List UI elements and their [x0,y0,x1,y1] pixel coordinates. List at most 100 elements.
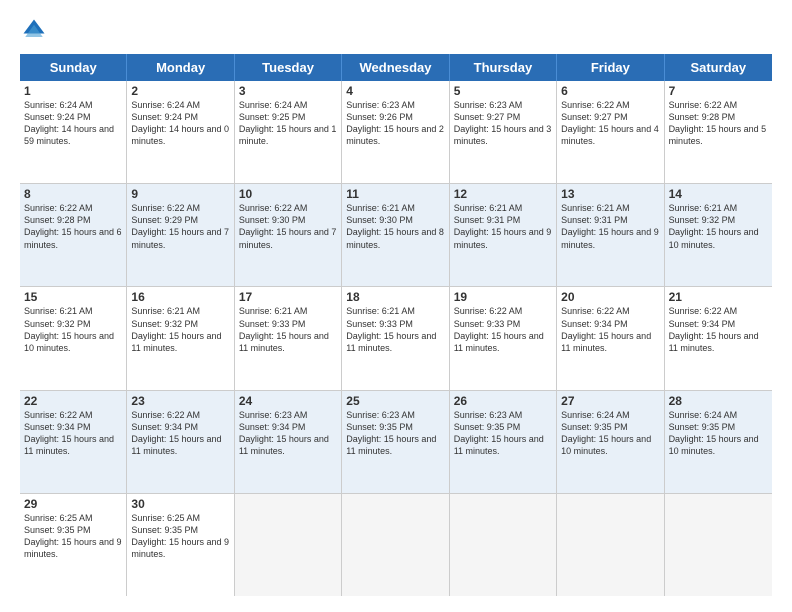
cell-info: Sunrise: 6:23 AM Sunset: 9:26 PM Dayligh… [346,99,444,148]
cell-info: Sunrise: 6:21 AM Sunset: 9:33 PM Dayligh… [239,305,337,354]
cal-cell: 1Sunrise: 6:24 AM Sunset: 9:24 PM Daylig… [20,81,127,183]
day-number: 11 [346,187,444,201]
calendar-body: 1Sunrise: 6:24 AM Sunset: 9:24 PM Daylig… [20,81,772,596]
cell-info: Sunrise: 6:21 AM Sunset: 9:31 PM Dayligh… [454,202,552,251]
cell-info: Sunrise: 6:22 AM Sunset: 9:34 PM Dayligh… [131,409,229,458]
cell-info: Sunrise: 6:25 AM Sunset: 9:35 PM Dayligh… [131,512,229,561]
header [20,16,772,44]
header-day-friday: Friday [557,54,664,81]
cal-cell: 16Sunrise: 6:21 AM Sunset: 9:32 PM Dayli… [127,287,234,389]
day-number: 10 [239,187,337,201]
cell-info: Sunrise: 6:22 AM Sunset: 9:27 PM Dayligh… [561,99,659,148]
cell-info: Sunrise: 6:22 AM Sunset: 9:33 PM Dayligh… [454,305,552,354]
day-number: 26 [454,394,552,408]
cal-cell: 22Sunrise: 6:22 AM Sunset: 9:34 PM Dayli… [20,391,127,493]
calendar-row-4: 29Sunrise: 6:25 AM Sunset: 9:35 PM Dayli… [20,494,772,596]
header-day-wednesday: Wednesday [342,54,449,81]
cell-info: Sunrise: 6:21 AM Sunset: 9:32 PM Dayligh… [131,305,229,354]
day-number: 23 [131,394,229,408]
cal-cell: 11Sunrise: 6:21 AM Sunset: 9:30 PM Dayli… [342,184,449,286]
day-number: 7 [669,84,768,98]
calendar-row-0: 1Sunrise: 6:24 AM Sunset: 9:24 PM Daylig… [20,81,772,184]
cell-info: Sunrise: 6:22 AM Sunset: 9:28 PM Dayligh… [24,202,122,251]
cal-cell: 24Sunrise: 6:23 AM Sunset: 9:34 PM Dayli… [235,391,342,493]
day-number: 25 [346,394,444,408]
cal-cell: 12Sunrise: 6:21 AM Sunset: 9:31 PM Dayli… [450,184,557,286]
day-number: 21 [669,290,768,304]
day-number: 16 [131,290,229,304]
cell-info: Sunrise: 6:21 AM Sunset: 9:30 PM Dayligh… [346,202,444,251]
day-number: 13 [561,187,659,201]
header-day-monday: Monday [127,54,234,81]
cell-info: Sunrise: 6:22 AM Sunset: 9:29 PM Dayligh… [131,202,229,251]
cal-cell: 21Sunrise: 6:22 AM Sunset: 9:34 PM Dayli… [665,287,772,389]
cal-cell: 8Sunrise: 6:22 AM Sunset: 9:28 PM Daylig… [20,184,127,286]
day-number: 12 [454,187,552,201]
calendar-row-3: 22Sunrise: 6:22 AM Sunset: 9:34 PM Dayli… [20,391,772,494]
day-number: 2 [131,84,229,98]
cal-cell: 2Sunrise: 6:24 AM Sunset: 9:24 PM Daylig… [127,81,234,183]
cell-info: Sunrise: 6:23 AM Sunset: 9:27 PM Dayligh… [454,99,552,148]
cell-info: Sunrise: 6:22 AM Sunset: 9:30 PM Dayligh… [239,202,337,251]
day-number: 14 [669,187,768,201]
day-number: 22 [24,394,122,408]
day-number: 27 [561,394,659,408]
cell-info: Sunrise: 6:22 AM Sunset: 9:34 PM Dayligh… [561,305,659,354]
cell-info: Sunrise: 6:24 AM Sunset: 9:24 PM Dayligh… [131,99,229,148]
day-number: 1 [24,84,122,98]
day-number: 30 [131,497,229,511]
cal-cell: 23Sunrise: 6:22 AM Sunset: 9:34 PM Dayli… [127,391,234,493]
cell-info: Sunrise: 6:23 AM Sunset: 9:35 PM Dayligh… [346,409,444,458]
cell-info: Sunrise: 6:21 AM Sunset: 9:33 PM Dayligh… [346,305,444,354]
header-day-tuesday: Tuesday [235,54,342,81]
cal-cell: 7Sunrise: 6:22 AM Sunset: 9:28 PM Daylig… [665,81,772,183]
cal-cell: 10Sunrise: 6:22 AM Sunset: 9:30 PM Dayli… [235,184,342,286]
cal-cell [557,494,664,596]
cell-info: Sunrise: 6:21 AM Sunset: 9:32 PM Dayligh… [669,202,768,251]
day-number: 20 [561,290,659,304]
calendar: SundayMondayTuesdayWednesdayThursdayFrid… [20,54,772,596]
cal-cell: 14Sunrise: 6:21 AM Sunset: 9:32 PM Dayli… [665,184,772,286]
cal-cell: 28Sunrise: 6:24 AM Sunset: 9:35 PM Dayli… [665,391,772,493]
cal-cell: 9Sunrise: 6:22 AM Sunset: 9:29 PM Daylig… [127,184,234,286]
cal-cell [235,494,342,596]
cell-info: Sunrise: 6:24 AM Sunset: 9:35 PM Dayligh… [669,409,768,458]
cell-info: Sunrise: 6:24 AM Sunset: 9:25 PM Dayligh… [239,99,337,148]
cal-cell: 18Sunrise: 6:21 AM Sunset: 9:33 PM Dayli… [342,287,449,389]
day-number: 28 [669,394,768,408]
cell-info: Sunrise: 6:24 AM Sunset: 9:24 PM Dayligh… [24,99,122,148]
header-day-sunday: Sunday [20,54,127,81]
cal-cell: 30Sunrise: 6:25 AM Sunset: 9:35 PM Dayli… [127,494,234,596]
cal-cell: 5Sunrise: 6:23 AM Sunset: 9:27 PM Daylig… [450,81,557,183]
cell-info: Sunrise: 6:25 AM Sunset: 9:35 PM Dayligh… [24,512,122,561]
cell-info: Sunrise: 6:23 AM Sunset: 9:35 PM Dayligh… [454,409,552,458]
day-number: 4 [346,84,444,98]
cal-cell: 29Sunrise: 6:25 AM Sunset: 9:35 PM Dayli… [20,494,127,596]
cal-cell: 25Sunrise: 6:23 AM Sunset: 9:35 PM Dayli… [342,391,449,493]
calendar-row-2: 15Sunrise: 6:21 AM Sunset: 9:32 PM Dayli… [20,287,772,390]
cal-cell: 13Sunrise: 6:21 AM Sunset: 9:31 PM Dayli… [557,184,664,286]
logo [20,16,52,44]
day-number: 9 [131,187,229,201]
logo-icon [20,16,48,44]
day-number: 3 [239,84,337,98]
cell-info: Sunrise: 6:21 AM Sunset: 9:32 PM Dayligh… [24,305,122,354]
cell-info: Sunrise: 6:22 AM Sunset: 9:28 PM Dayligh… [669,99,768,148]
cal-cell: 4Sunrise: 6:23 AM Sunset: 9:26 PM Daylig… [342,81,449,183]
day-number: 6 [561,84,659,98]
cal-cell: 27Sunrise: 6:24 AM Sunset: 9:35 PM Dayli… [557,391,664,493]
cal-cell: 26Sunrise: 6:23 AM Sunset: 9:35 PM Dayli… [450,391,557,493]
cell-info: Sunrise: 6:22 AM Sunset: 9:34 PM Dayligh… [24,409,122,458]
cell-info: Sunrise: 6:21 AM Sunset: 9:31 PM Dayligh… [561,202,659,251]
cell-info: Sunrise: 6:24 AM Sunset: 9:35 PM Dayligh… [561,409,659,458]
day-number: 15 [24,290,122,304]
day-number: 8 [24,187,122,201]
calendar-row-1: 8Sunrise: 6:22 AM Sunset: 9:28 PM Daylig… [20,184,772,287]
day-number: 18 [346,290,444,304]
cal-cell: 17Sunrise: 6:21 AM Sunset: 9:33 PM Dayli… [235,287,342,389]
page: SundayMondayTuesdayWednesdayThursdayFrid… [0,0,792,612]
day-number: 19 [454,290,552,304]
cal-cell: 6Sunrise: 6:22 AM Sunset: 9:27 PM Daylig… [557,81,664,183]
cal-cell [342,494,449,596]
day-number: 24 [239,394,337,408]
